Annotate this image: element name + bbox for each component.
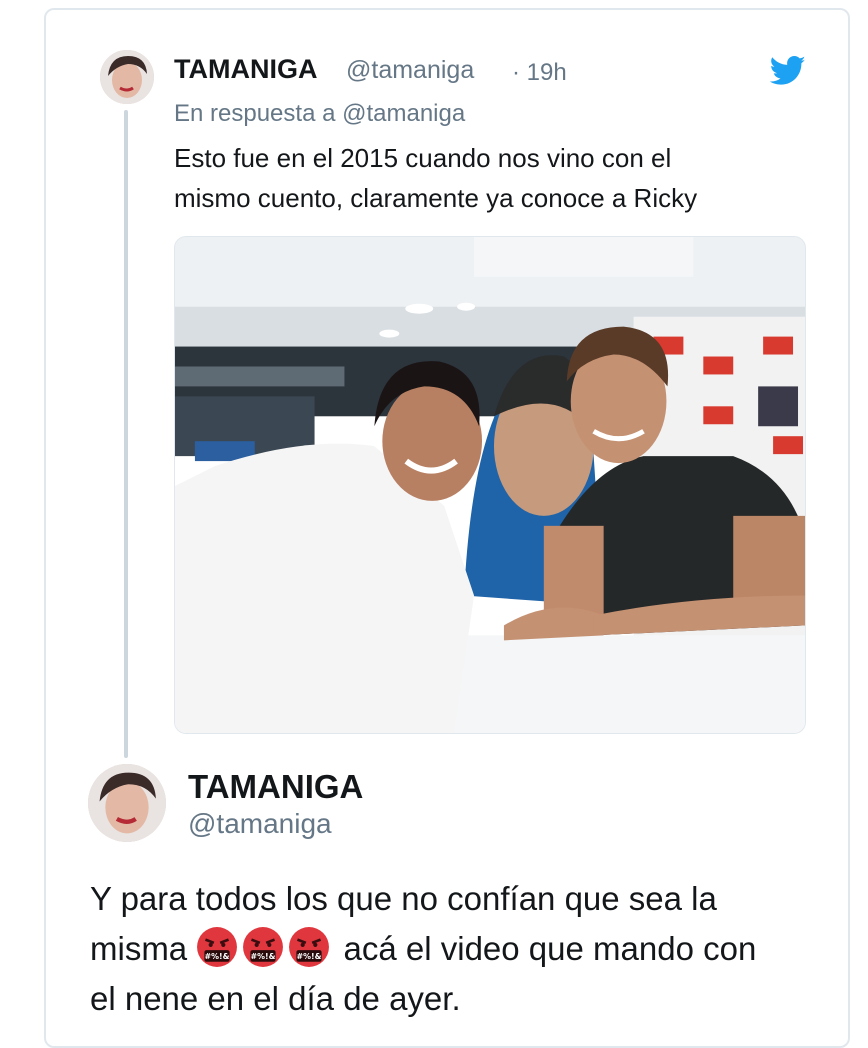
face-with-symbols-on-mouth-icon: #%!& (196, 926, 238, 968)
tweet-text-segment: misma (90, 930, 188, 967)
face-with-symbols-on-mouth-icon: #%!& (288, 926, 330, 968)
thread-connector-line (124, 110, 128, 758)
emoji-symbols-label: #%!& (297, 952, 322, 961)
tweet-photo[interactable] (174, 236, 806, 734)
tweet-text-line: mismo cuento, claramente ya conoce a Ric… (174, 183, 698, 213)
tweet-text-line: misma #%!& #%!& #%!& acá el video que mand… (90, 924, 830, 974)
tweet-text-line: el nene en el día de ayer. (90, 980, 461, 1017)
face-with-symbols-on-mouth-icon: #%!& (242, 926, 284, 968)
author-name[interactable]: TAMANIGA (174, 54, 317, 85)
avatar[interactable] (88, 764, 166, 842)
reply-to-label[interactable]: En respuesta a @tamaniga (174, 100, 465, 128)
author-handle[interactable]: @tamaniga (188, 808, 332, 840)
author-handle[interactable]: @tamaniga (346, 56, 474, 85)
tweet-text: Y para todos los que no confían que sea … (90, 874, 830, 1024)
avatar[interactable] (100, 50, 154, 104)
tweet-text-line: Esto fue en el 2015 cuando nos vino con … (174, 143, 672, 173)
emoji-symbols-label: #%!& (205, 952, 230, 961)
tweet-text: Esto fue en el 2015 cuando nos vino con … (174, 138, 794, 218)
tweet-timestamp[interactable]: · 19h (512, 59, 567, 87)
tweet-text-line: Y para todos los que no confían que sea … (90, 880, 717, 917)
twitter-bird-icon[interactable] (769, 56, 806, 86)
tweet-text-segment: acá el video que mando con (343, 930, 757, 967)
emoji-symbols-label: #%!& (251, 952, 276, 961)
author-name[interactable]: TAMANIGA (188, 768, 363, 806)
